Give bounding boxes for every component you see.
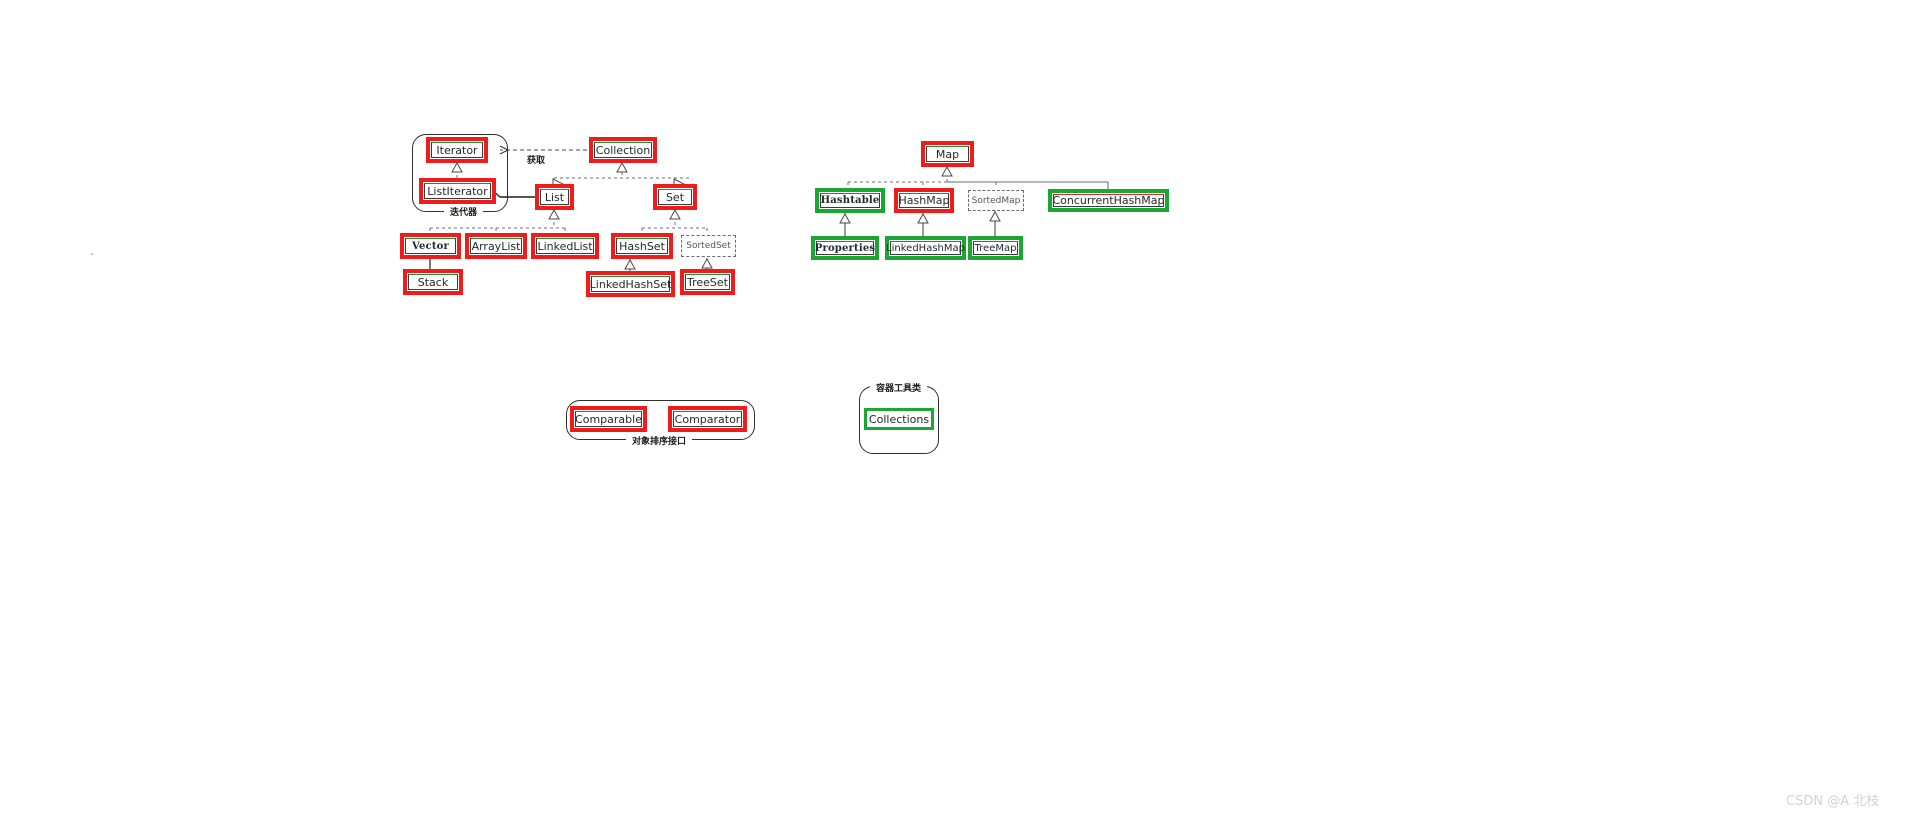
node-hashtable-label: Hashtable — [820, 193, 880, 208]
node-vector[interactable]: Vector — [400, 233, 461, 259]
node-map[interactable]: Map — [921, 141, 974, 167]
node-iterator[interactable]: Iterator — [426, 137, 488, 163]
node-vector-label: Vector — [405, 238, 456, 254]
node-list-iterator-label: ListIterator — [424, 183, 491, 199]
node-linked-hash-set[interactable]: LinkedHashSet — [586, 271, 675, 297]
node-sorted-map[interactable]: SortedMap — [968, 190, 1024, 211]
node-array-list[interactable]: ArrayList — [465, 233, 527, 259]
connector-lines — [429, 0, 1109, 272]
node-properties-label: Properties — [814, 241, 876, 255]
node-linked-hash-map-label: LinkedHashMap — [886, 241, 965, 255]
node-iterator-label: Iterator — [431, 142, 483, 158]
node-hash-set-label: HashSet — [616, 238, 668, 254]
node-sorted-set-label: SortedSet — [681, 235, 736, 257]
node-hashtable[interactable]: Hashtable — [815, 188, 885, 213]
connector-arrowheads — [451, 161, 1001, 270]
node-hash-map-label: HashMap — [898, 193, 950, 208]
node-properties[interactable]: Properties — [811, 236, 879, 260]
utility-group-title: 容器工具类 — [870, 381, 928, 394]
node-collections[interactable]: Collections — [864, 408, 934, 430]
node-list[interactable]: List — [535, 184, 574, 210]
node-collections-label: Collections — [868, 412, 930, 426]
stray-speck — [91, 253, 93, 255]
node-list-label: List — [540, 189, 569, 205]
iterator-group-title: 迭代器 — [444, 205, 484, 218]
sorting-group-title: 对象排序接口 — [626, 434, 693, 447]
node-concurrent-hash-map[interactable]: ConcurrentHashMap — [1048, 189, 1169, 212]
node-tree-set-label: TreeSet — [685, 274, 730, 290]
node-hash-map[interactable]: HashMap — [894, 188, 954, 213]
node-set[interactable]: Set — [653, 184, 697, 210]
node-tree-set[interactable]: TreeSet — [680, 269, 735, 295]
csdn-watermark: CSDN @A 北枝 — [1786, 794, 1880, 809]
node-tree-map-label: TreeMap — [973, 241, 1018, 255]
node-stack[interactable]: Stack — [403, 269, 463, 295]
node-array-list-label: ArrayList — [470, 238, 522, 254]
node-linked-list[interactable]: LinkedList — [531, 233, 599, 259]
node-comparator[interactable]: Comparator — [668, 406, 747, 432]
node-linked-hash-map[interactable]: LinkedHashMap — [885, 236, 966, 260]
node-list-iterator[interactable]: ListIterator — [419, 178, 496, 204]
node-hash-set[interactable]: HashSet — [611, 233, 673, 259]
node-sorted-set[interactable]: SortedSet — [681, 235, 736, 257]
diagram-canvas: 迭代器 Iterator ListIterator 获取 Collection … — [0, 0, 1908, 830]
node-comparable[interactable]: Comparable — [570, 406, 647, 432]
node-tree-map[interactable]: TreeMap — [968, 236, 1023, 260]
node-sorted-map-label: SortedMap — [968, 190, 1024, 211]
node-concurrent-hash-map-label: ConcurrentHashMap — [1052, 194, 1165, 207]
node-linked-hash-set-label: LinkedHashSet — [589, 276, 672, 292]
node-collection[interactable]: Collection — [589, 137, 657, 163]
node-stack-label: Stack — [408, 274, 458, 290]
node-comparator-label: Comparator — [673, 411, 742, 427]
edge-label-obtain: 获取 — [525, 153, 548, 166]
node-comparable-label: Comparable — [575, 411, 642, 427]
node-linked-list-label: LinkedList — [536, 238, 594, 254]
node-collection-label: Collection — [594, 142, 652, 158]
node-set-label: Set — [658, 189, 692, 205]
node-map-label: Map — [926, 146, 969, 162]
